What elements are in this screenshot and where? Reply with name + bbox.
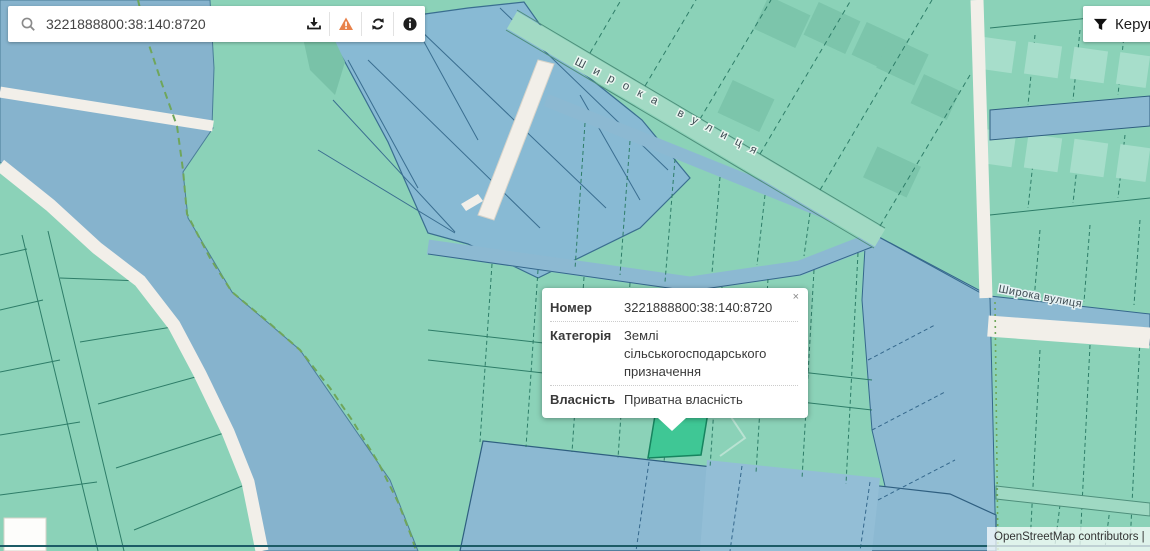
popup-row-number: Номер 3221888800:38:140:8720 xyxy=(550,294,798,322)
parcel-info-popup: × Номер 3221888800:38:140:8720 Категорія… xyxy=(542,288,808,418)
popup-value: Приватна власність xyxy=(624,391,798,409)
info-icon xyxy=(402,16,418,32)
warning-button[interactable] xyxy=(330,6,361,42)
popup-row-ownership: Власність Приватна власність xyxy=(550,386,798,413)
refresh-button[interactable] xyxy=(362,6,393,42)
popup-label: Номер xyxy=(550,299,624,317)
popup-close-button[interactable]: × xyxy=(791,290,801,305)
warning-icon xyxy=(338,16,354,32)
popup-label: Власність xyxy=(550,391,624,409)
manage-button[interactable]: Керування xyxy=(1083,6,1150,42)
popup-value: 3221888800:38:140:8720 xyxy=(624,299,798,317)
map-viewer: Широка вулиця Широка вулиця Широка вулиц… xyxy=(0,0,1150,551)
popup-label: Категорія xyxy=(550,327,624,381)
cadastral-map[interactable]: Широка вулиця Широка вулиця Широка вулиц… xyxy=(0,0,1150,551)
search-bar xyxy=(8,6,425,42)
filter-funnel-icon xyxy=(1093,17,1108,32)
popup-value: Землі сільськогосподарського призначення xyxy=(624,327,798,381)
refresh-icon xyxy=(370,16,386,32)
search-icon xyxy=(20,16,36,32)
map-attribution[interactable]: OpenStreetMap contributors | xyxy=(987,527,1150,551)
download-button[interactable] xyxy=(298,6,329,42)
popup-row-category: Категорія Землі сільськогосподарського п… xyxy=(550,322,798,386)
info-button[interactable] xyxy=(394,6,425,42)
download-icon xyxy=(306,16,322,32)
search-input[interactable] xyxy=(44,15,298,33)
manage-button-label: Керування xyxy=(1115,16,1150,33)
